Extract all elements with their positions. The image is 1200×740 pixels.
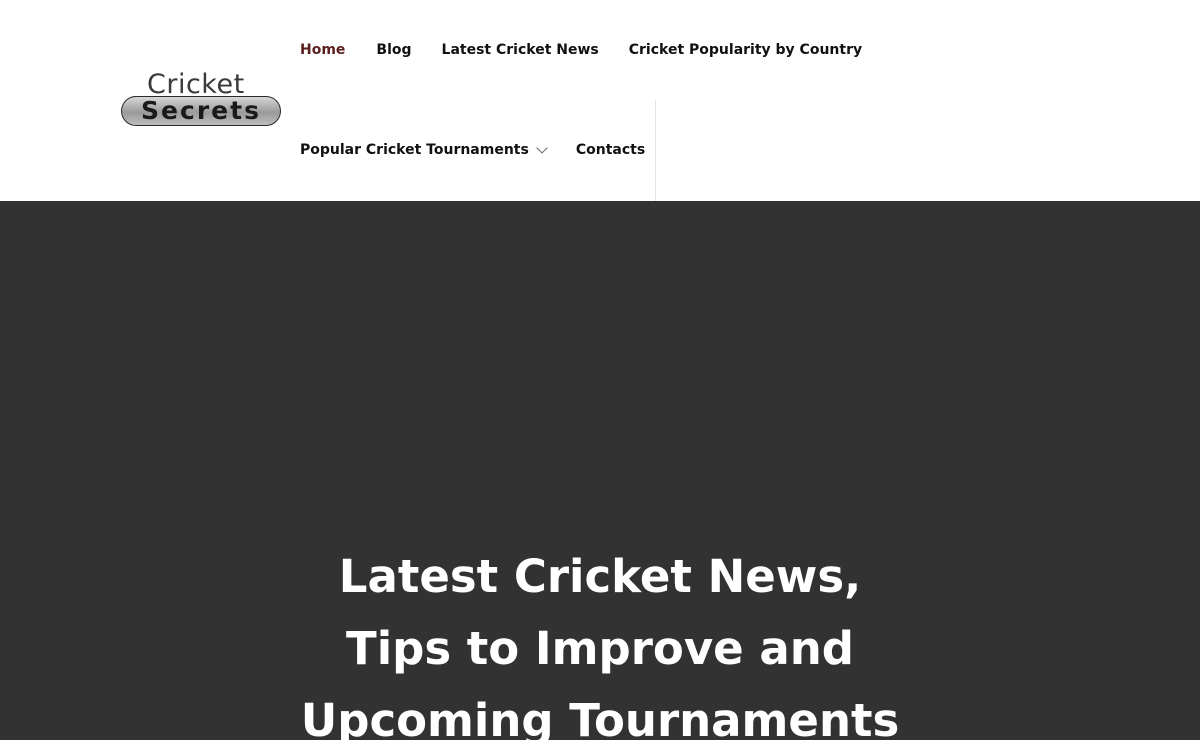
main-nav-row-2: Popular Cricket Tournaments Contacts — [300, 140, 645, 160]
site-header: Cricket Secrets Home Blog Latest Cricket… — [0, 0, 1200, 201]
hero-title: Latest Cricket News, Tips to Improve and… — [0, 541, 1200, 740]
chevron-down-icon[interactable] — [536, 141, 548, 154]
logo-pill: Secrets — [121, 96, 281, 126]
site-logo[interactable]: Cricket Secrets — [121, 70, 285, 128]
nav-latest-cricket-news[interactable]: Latest Cricket News — [442, 42, 599, 58]
nav-blog[interactable]: Blog — [376, 42, 411, 58]
nav-cricket-popularity-by-country[interactable]: Cricket Popularity by Country — [629, 42, 862, 58]
hero-title-line: Upcoming Tournaments — [300, 694, 900, 740]
nav-contacts[interactable]: Contacts — [576, 142, 645, 158]
hero-section: Latest Cricket News, Tips to Improve and… — [0, 201, 1200, 740]
nav-popular-cricket-tournaments-label: Popular Cricket Tournaments — [300, 142, 529, 158]
main-nav-row-1: Home Blog Latest Cricket News Cricket Po… — [300, 40, 862, 60]
nav-home[interactable]: Home — [300, 42, 345, 58]
hero-title-line: Latest Cricket News, — [338, 550, 862, 603]
hero-title-line: Tips to Improve and — [346, 622, 854, 675]
logo-text-bottom: Secrets — [141, 96, 261, 125]
header-divider — [655, 100, 656, 201]
nav-popular-cricket-tournaments[interactable]: Popular Cricket Tournaments — [300, 141, 548, 158]
